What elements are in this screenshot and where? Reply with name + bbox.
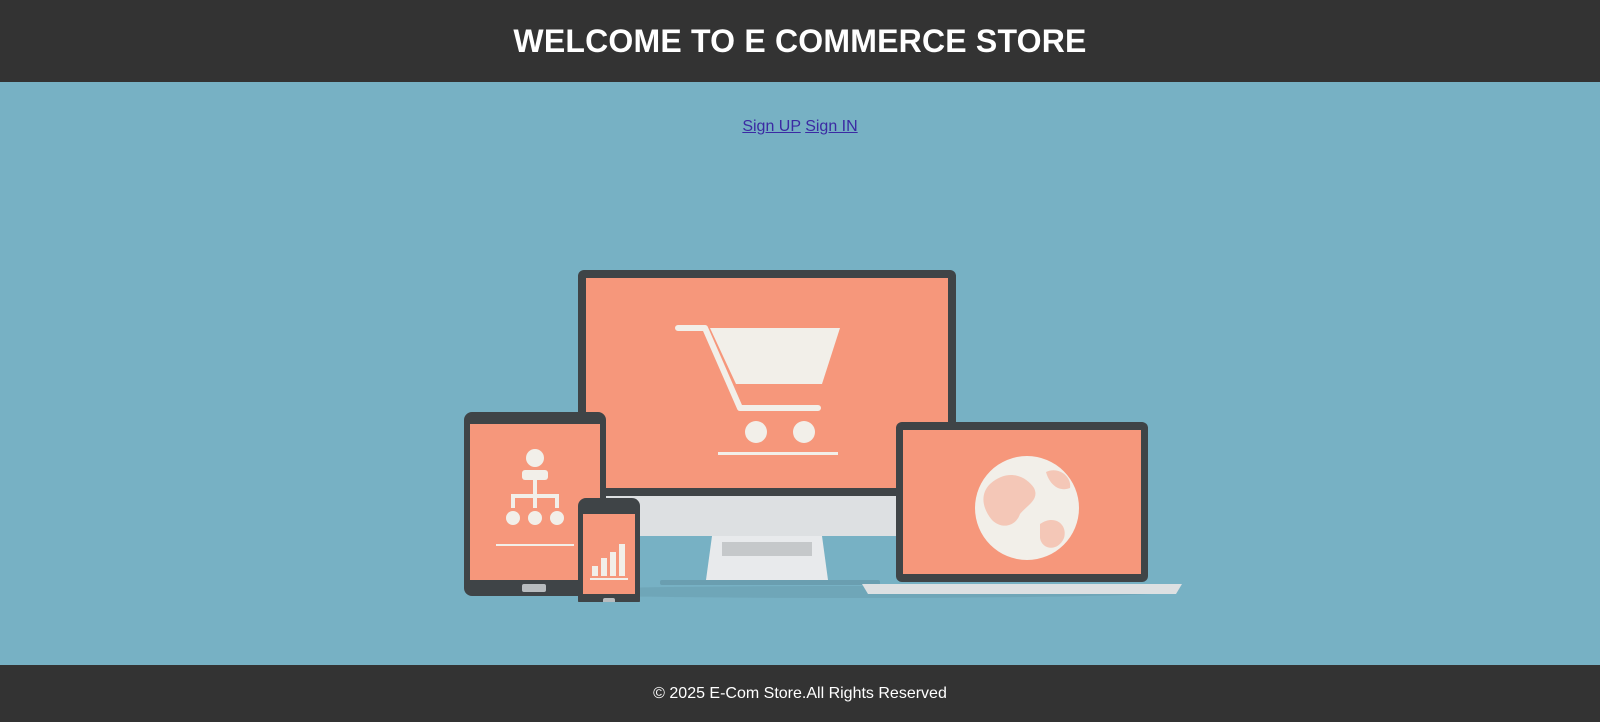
- devices-illustration: [464, 270, 1182, 602]
- signup-link[interactable]: Sign UP: [742, 118, 800, 135]
- page-footer: © 2025 E-Com Store.All Rights Reserved: [0, 665, 1600, 722]
- signin-link[interactable]: Sign IN: [805, 118, 857, 135]
- main-content: Sign UP Sign IN: [0, 82, 1600, 665]
- copyright-text: © 2025 E-Com Store.All Rights Reserved: [653, 684, 947, 702]
- globe-icon: [975, 456, 1079, 560]
- page-title: WELCOME TO E COMMERCE STORE: [513, 22, 1087, 59]
- phone-device: [578, 498, 640, 602]
- page-header: WELCOME TO E COMMERCE STORE: [0, 0, 1600, 82]
- auth-nav: Sign UP Sign IN: [0, 118, 1600, 136]
